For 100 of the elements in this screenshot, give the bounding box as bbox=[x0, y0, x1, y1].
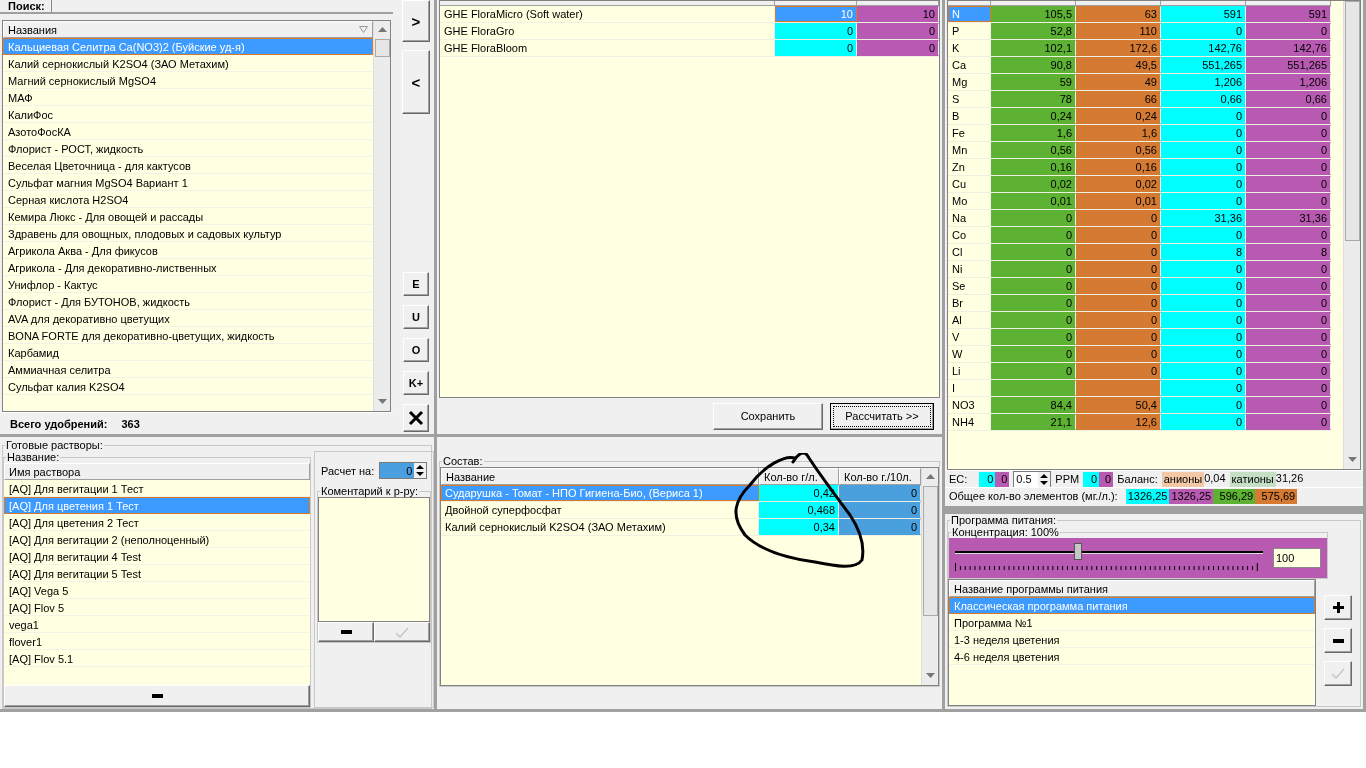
column-header[interactable]: Кол-во г/л. bbox=[759, 468, 839, 485]
scroll-up-icon[interactable] bbox=[377, 27, 387, 33]
table-cell: 0 bbox=[1246, 23, 1331, 39]
table-cell[interactable]: 0 bbox=[775, 23, 857, 39]
delete-button[interactable] bbox=[403, 404, 429, 432]
slider-thumb[interactable] bbox=[1074, 543, 1083, 560]
move-button[interactable]: < bbox=[402, 50, 430, 114]
group-label: Название: bbox=[6, 451, 61, 463]
scrollbar[interactable] bbox=[373, 21, 390, 411]
total-value: 363 bbox=[121, 417, 140, 430]
table-cell: 0,66 bbox=[1246, 91, 1331, 107]
table-cell: 0 bbox=[1246, 278, 1331, 294]
table-cell: 10 bbox=[857, 6, 939, 22]
table-cell[interactable]: 0 bbox=[775, 40, 857, 56]
ec-value: 0 bbox=[995, 471, 1010, 487]
check-icon bbox=[395, 626, 409, 638]
table-cell: 59 bbox=[991, 74, 1076, 90]
table-cell: 0,24 bbox=[1076, 108, 1161, 124]
minus-icon bbox=[151, 694, 163, 698]
scroll-down-icon[interactable] bbox=[1347, 457, 1357, 463]
total-label: Всего удобрений: bbox=[10, 417, 108, 430]
remove-button[interactable] bbox=[1324, 628, 1352, 653]
table-cell: 84,4 bbox=[991, 397, 1076, 413]
table-cell: 0 bbox=[1161, 193, 1246, 209]
scroll-thumb[interactable] bbox=[922, 486, 938, 616]
column-header[interactable]: Название bbox=[441, 468, 759, 485]
tool-button[interactable]: O bbox=[403, 338, 429, 362]
table-cell: 0 bbox=[1076, 227, 1161, 243]
table-cell: 172,6 bbox=[1076, 40, 1161, 56]
table-cell: 0 bbox=[991, 278, 1076, 294]
table-cell: 0 bbox=[1246, 159, 1331, 175]
table-cell: 0,16 bbox=[991, 159, 1076, 175]
slider-track[interactable] bbox=[955, 543, 1263, 573]
anions-label: анионы bbox=[1161, 471, 1205, 487]
table-cell: 0 bbox=[1161, 108, 1246, 124]
amount-spinner[interactable]: 0 bbox=[379, 462, 428, 479]
add-button[interactable] bbox=[1324, 595, 1352, 620]
table-cell: 0,01 bbox=[1076, 193, 1161, 209]
remove-button[interactable] bbox=[318, 622, 374, 642]
table-cell: 0 bbox=[991, 244, 1076, 260]
comment-field[interactable] bbox=[318, 497, 430, 622]
group-label: Готовые растворы: bbox=[5, 439, 104, 451]
check-icon bbox=[1331, 668, 1345, 679]
scroll-thumb[interactable] bbox=[374, 39, 390, 57]
scroll-thumb[interactable] bbox=[1344, 1, 1360, 241]
table-cell: 0 bbox=[1161, 125, 1246, 141]
table-cell: 78 bbox=[991, 91, 1076, 107]
table-cell: 0 bbox=[991, 227, 1076, 243]
table-cell: 0,56 bbox=[991, 142, 1076, 158]
table-cell: 31,36 bbox=[1161, 210, 1246, 226]
tool-button[interactable]: U bbox=[403, 305, 429, 329]
total-value: 575,69 bbox=[1255, 488, 1298, 504]
table-cell: 0 bbox=[1161, 261, 1246, 277]
scrollbar[interactable] bbox=[921, 468, 938, 685]
table-cell: 0,01 bbox=[991, 193, 1076, 209]
table-cell: 551,265 bbox=[1161, 57, 1246, 73]
table-cell: 31,36 bbox=[1246, 210, 1331, 226]
table-cell: 0,468 bbox=[759, 502, 839, 518]
tool-button[interactable]: K+ bbox=[403, 371, 429, 395]
spin-arrows-icon[interactable] bbox=[1038, 471, 1051, 487]
save-button[interactable]: Сохранить bbox=[713, 402, 823, 430]
table-cell: 0 bbox=[991, 210, 1076, 226]
spin-arrows-icon[interactable] bbox=[414, 463, 427, 478]
table-cell: 0 bbox=[991, 363, 1076, 379]
concentration-field[interactable]: 100 bbox=[1273, 548, 1321, 568]
scroll-down-icon[interactable] bbox=[925, 673, 935, 679]
table-cell: 0 bbox=[1246, 193, 1331, 209]
table-cell: 110 bbox=[1076, 23, 1161, 39]
move-button[interactable]: > bbox=[402, 0, 430, 42]
column-header[interactable]: Название программы питания bbox=[949, 580, 1315, 597]
column-header[interactable]: Кол-во г./10л. bbox=[839, 468, 921, 485]
table-cell: 1,6 bbox=[1076, 125, 1161, 141]
scroll-up-icon[interactable] bbox=[925, 474, 935, 480]
table-cell: 0 bbox=[1161, 278, 1246, 294]
table-cell: 8 bbox=[1246, 244, 1331, 260]
table-cell: 0 bbox=[1076, 346, 1161, 362]
table-cell: 0 bbox=[1246, 380, 1331, 396]
table-cell: 0 bbox=[1161, 295, 1246, 311]
table-cell: 0 bbox=[991, 329, 1076, 345]
table-cell: 142,76 bbox=[1161, 40, 1246, 56]
total-value: 1326,25 bbox=[1169, 488, 1214, 504]
calculate-button[interactable]: Рассчитать >> bbox=[830, 402, 934, 430]
tool-button[interactable]: E bbox=[403, 272, 429, 296]
table-cell: 0 bbox=[1246, 295, 1331, 311]
column-header[interactable]: Имя раствора bbox=[4, 463, 310, 480]
table-cell: 0 bbox=[839, 485, 921, 501]
step-spinner[interactable]: 0.5 bbox=[1013, 470, 1052, 488]
table-cell: 0 bbox=[1076, 329, 1161, 345]
table-cell: 0 bbox=[1161, 176, 1246, 192]
table-cell: 0 bbox=[857, 40, 939, 56]
anions-value: 0,04 bbox=[1204, 471, 1226, 486]
table-cell: 0 bbox=[1246, 227, 1331, 243]
total-value: 596,29 bbox=[1213, 488, 1256, 504]
scrollbar[interactable] bbox=[1343, 1, 1360, 469]
group-label: Коментарий к р-ру: bbox=[320, 485, 419, 497]
table-cell: 0 bbox=[1246, 261, 1331, 277]
scroll-down-icon[interactable] bbox=[377, 399, 387, 405]
table-cell: 0 bbox=[1246, 108, 1331, 124]
column-header[interactable]: Названия bbox=[3, 21, 373, 38]
table-cell: 66 bbox=[1076, 91, 1161, 107]
